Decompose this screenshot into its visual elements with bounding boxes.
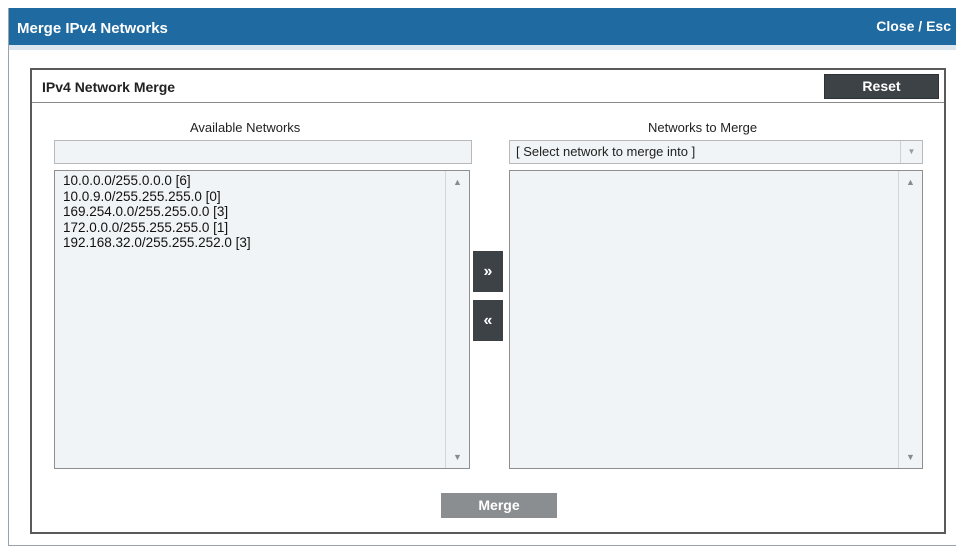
triangle-up-icon[interactable]: ▲ xyxy=(899,177,922,187)
merge-ipv4-dialog: Merge IPv4 Networks Close / Esc IPv4 Net… xyxy=(8,8,956,546)
network-list-item[interactable]: 10.0.9.0/255.255.255.0 [0] xyxy=(63,189,251,205)
merge-into-selected-value: [ Select network to merge into ] xyxy=(516,144,696,159)
network-list-item[interactable]: 192.168.32.0/255.255.252.0 [3] xyxy=(63,235,251,251)
network-list-item[interactable]: 10.0.0.0/255.0.0.0 [6] xyxy=(63,173,251,189)
available-networks-list[interactable]: 10.0.0.0/255.0.0.0 [6] 10.0.9.0/255.255.2… xyxy=(54,170,470,469)
available-networks-label: Available Networks xyxy=(190,120,301,135)
merge-list-scrollbar[interactable]: ▲ ▼ xyxy=(898,171,922,468)
network-list-item[interactable]: 172.0.0.0/255.255.255.0 [1] xyxy=(63,220,251,236)
available-list-scrollbar[interactable]: ▲ ▼ xyxy=(445,171,469,468)
dialog-titlebar: Merge IPv4 Networks Close / Esc xyxy=(9,8,956,45)
merge-into-select[interactable]: [ Select network to merge into ] ▼ xyxy=(509,140,923,164)
triangle-down-icon[interactable]: ▼ xyxy=(899,452,922,462)
add-to-merge-button[interactable]: » xyxy=(473,251,503,292)
networks-to-merge-label: Networks to Merge xyxy=(648,120,758,135)
dialog-title: Merge IPv4 Networks xyxy=(17,20,168,37)
reset-button[interactable]: Reset xyxy=(824,74,939,99)
titlebar-divider xyxy=(9,45,956,50)
triangle-up-icon[interactable]: ▲ xyxy=(446,177,469,187)
network-list-item[interactable]: 169.254.0.0/255.255.0.0 [3] xyxy=(63,204,251,220)
triangle-down-icon[interactable]: ▼ xyxy=(446,452,469,462)
close-button[interactable]: Close / Esc xyxy=(876,18,951,34)
panel-title: IPv4 Network Merge xyxy=(42,79,176,95)
chevron-down-icon[interactable]: ▼ xyxy=(900,141,922,163)
available-networks-items: 10.0.0.0/255.0.0.0 [6] 10.0.9.0/255.255.2… xyxy=(63,173,251,251)
merge-button[interactable]: Merge xyxy=(441,493,557,518)
panel-header: IPv4 Network Merge Reset xyxy=(32,70,944,103)
network-merge-panel: IPv4 Network Merge Reset Available Netwo… xyxy=(30,68,946,534)
networks-to-merge-list[interactable]: ▲ ▼ xyxy=(509,170,923,469)
remove-from-merge-button[interactable]: « xyxy=(473,300,503,341)
available-networks-filter-input[interactable] xyxy=(54,140,472,164)
